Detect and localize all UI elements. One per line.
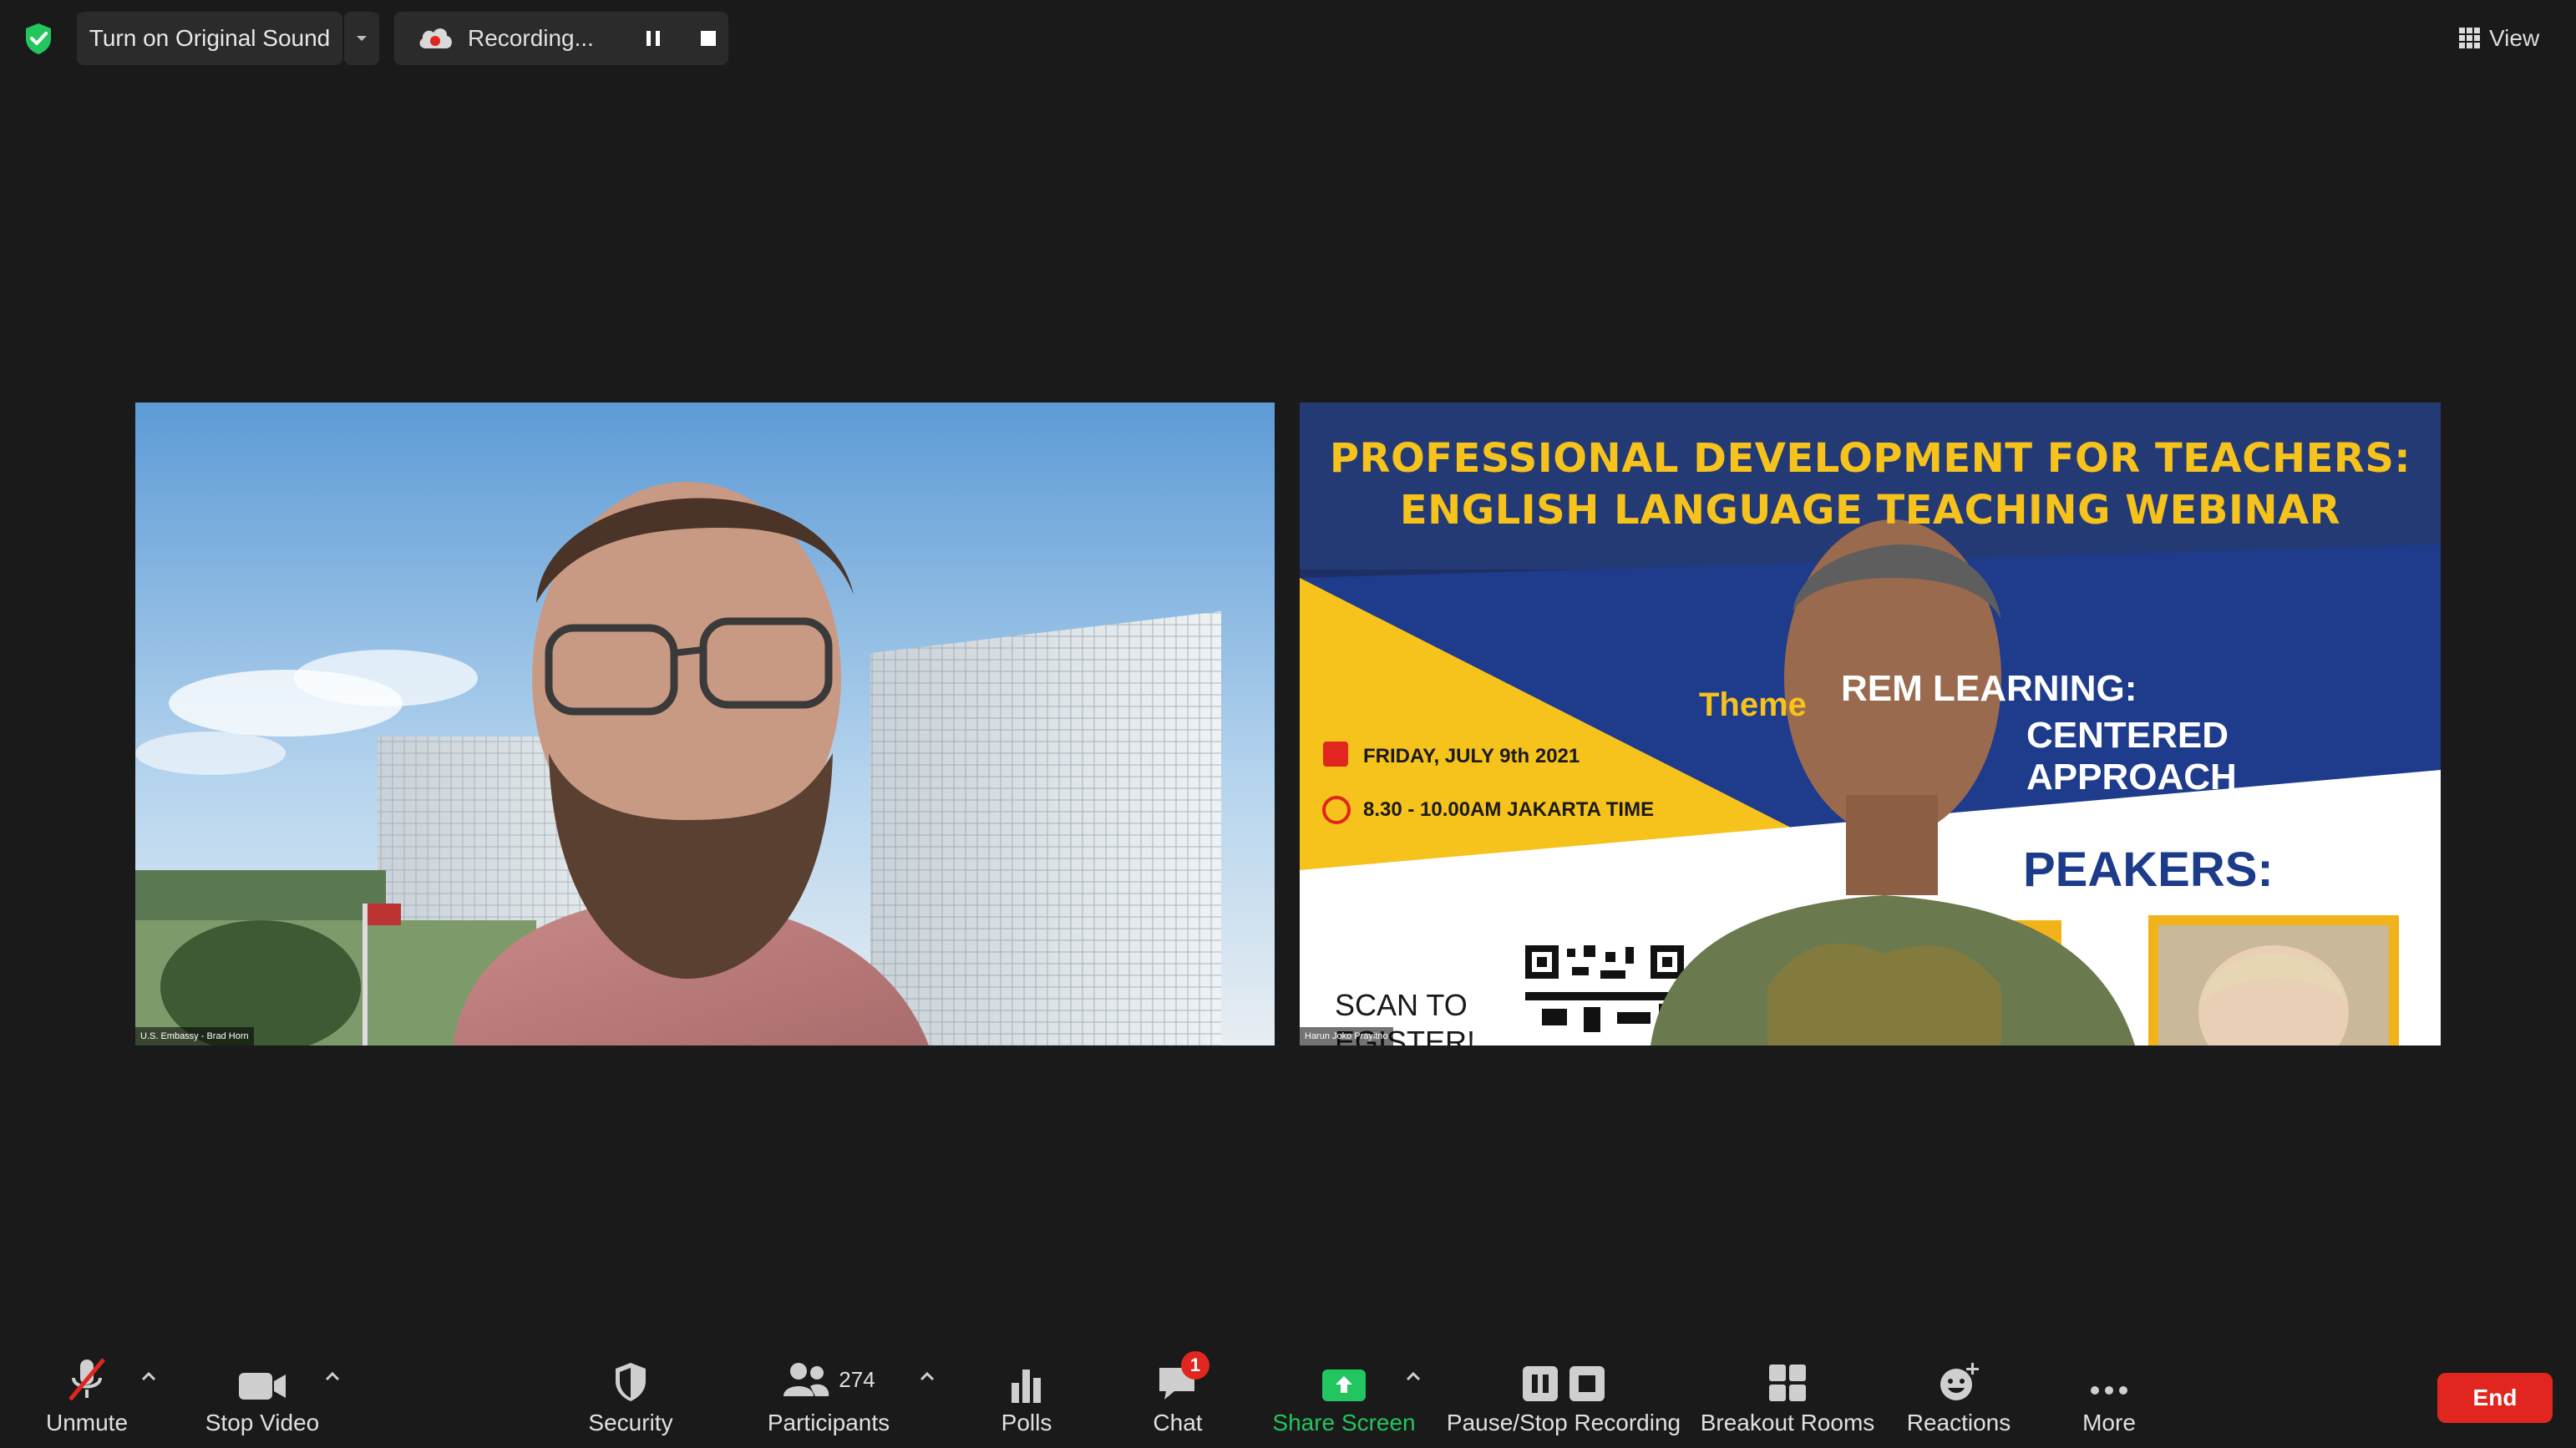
- pause-icon[interactable]: [643, 28, 663, 48]
- share-screen-button[interactable]: Share Screen: [1272, 1356, 1416, 1440]
- unmute-label: Unmute: [45, 1410, 129, 1435]
- pause-recording-icon: [1523, 1366, 1558, 1401]
- poster-theme-label: Theme: [1699, 686, 1807, 723]
- poster-theme-line1: REM LEARNING:: [1841, 668, 2137, 709]
- stop-video-button[interactable]: Stop Video: [204, 1356, 321, 1440]
- more-button[interactable]: More: [2071, 1356, 2147, 1440]
- end-label: End: [2472, 1385, 2518, 1410]
- breakout-rooms-label: Breakout Rooms: [1700, 1410, 1875, 1435]
- chat-unread-badge: 1: [1181, 1351, 1209, 1380]
- original-sound-button[interactable]: Turn on Original Sound: [77, 12, 342, 65]
- more-label: More: [2082, 1410, 2136, 1435]
- unmute-button[interactable]: Unmute: [43, 1356, 130, 1440]
- microphone-muted-icon: [68, 1358, 105, 1401]
- reactions-label: Reactions: [1906, 1410, 2011, 1435]
- breakout-rooms-icon: [1769, 1364, 1806, 1401]
- participants-count: 274: [839, 1366, 875, 1392]
- participants-button[interactable]: 274 Participants: [762, 1356, 895, 1440]
- poster-title-line2: ENGLISH LANGUAGE TEACHING WEBINAR: [1399, 487, 2341, 534]
- participant-video-tile[interactable]: U.S. Embassy - Brad Horn: [135, 403, 1275, 1045]
- stop-video-label: Stop Video: [205, 1410, 320, 1435]
- cloud-recording-icon: [419, 28, 452, 48]
- poster-title-line1: PROFESSIONAL DEVELOPMENT FOR TEACHERS:: [1329, 435, 2411, 482]
- participant-video-feed: [135, 403, 1275, 1045]
- video-camera-icon: [239, 1373, 286, 1400]
- pause-stop-recording-label: Pause/Stop Recording: [1446, 1410, 1681, 1435]
- poster-speakers-label: PEAKERS:: [2023, 843, 2274, 897]
- recording-label: Recording...: [468, 25, 594, 51]
- stop-recording-icon: [1569, 1366, 1605, 1401]
- audio-options-caret-icon[interactable]: [140, 1370, 157, 1383]
- caret-down-icon: [357, 36, 367, 41]
- share-screen-label: Share Screen: [1272, 1410, 1416, 1435]
- grid-view-icon: [2459, 28, 2480, 48]
- chat-button[interactable]: 1 Chat: [1138, 1351, 1218, 1440]
- more-icon: [2091, 1386, 2127, 1395]
- poster-theme-line2: CENTERED APPROACH: [2026, 715, 2237, 797]
- security-label: Security: [588, 1410, 673, 1435]
- meeting-controls-toolbar: Unmute Stop Video Security 274 Participa…: [0, 1328, 2576, 1448]
- meeting-top-bar: Turn on Original Sound Recording... View: [0, 0, 2576, 77]
- reactions-icon: [1940, 1363, 1979, 1400]
- participant-name-tag: U.S. Embassy - Brad Horn: [135, 1027, 254, 1045]
- security-button[interactable]: Security: [585, 1356, 677, 1440]
- breakout-rooms-button[interactable]: Breakout Rooms: [1701, 1356, 1874, 1440]
- pause-stop-recording-button[interactable]: Pause/Stop Recording: [1447, 1356, 1681, 1440]
- participants-icon: [783, 1363, 829, 1396]
- share-screen-options-caret-icon[interactable]: [1405, 1370, 1422, 1383]
- video-options-caret-icon[interactable]: [324, 1370, 341, 1383]
- participants-options-caret-icon[interactable]: [919, 1370, 936, 1383]
- poster-scan-line1: SCAN TO: [1335, 988, 1468, 1022]
- participant-video-tile[interactable]: PROFESSIONAL DEVELOPMENT FOR TEACHERS: E…: [1300, 403, 2441, 1045]
- participants-label: Participants: [767, 1410, 890, 1435]
- shield-icon: [616, 1363, 646, 1401]
- original-sound-options-button[interactable]: [344, 12, 379, 65]
- view-label: View: [2489, 25, 2540, 51]
- shield-check-icon[interactable]: [23, 22, 53, 55]
- recording-indicator: Recording...: [394, 12, 728, 65]
- chat-label: Chat: [1153, 1410, 1203, 1435]
- reactions-button[interactable]: Reactions: [1904, 1356, 2013, 1440]
- polls-label: Polls: [1001, 1410, 1052, 1435]
- polls-button[interactable]: Polls: [989, 1356, 1064, 1440]
- view-button[interactable]: View: [2459, 17, 2559, 60]
- poster-title: PROFESSIONAL DEVELOPMENT FOR TEACHERS: E…: [1300, 433, 2441, 536]
- polls-icon: [1012, 1370, 1041, 1403]
- original-sound-label: Turn on Original Sound: [89, 25, 331, 51]
- poster-event-time: 8.30 - 10.00AM JAKARTA TIME: [1363, 798, 1655, 821]
- end-meeting-button[interactable]: End: [2437, 1373, 2553, 1423]
- participant-name-tag: Harun Joko Prayitno: [1300, 1027, 1393, 1045]
- poster-event-date: FRIDAY, JULY 9th 2021: [1363, 745, 1580, 767]
- stop-icon[interactable]: [698, 28, 718, 48]
- share-screen-icon: [1322, 1370, 1366, 1401]
